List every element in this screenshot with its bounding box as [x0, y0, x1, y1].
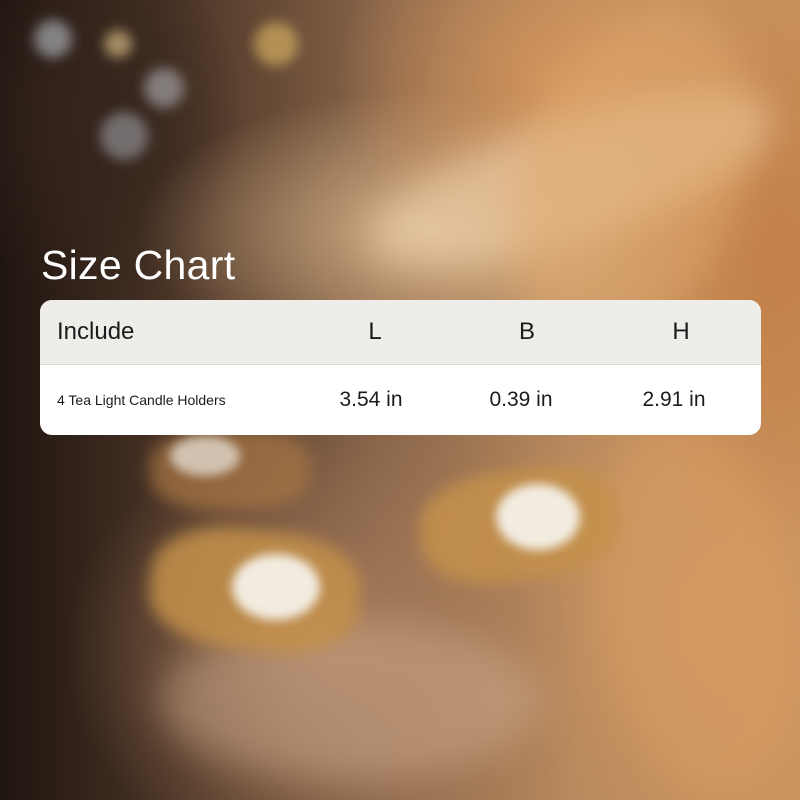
row-breadth-value: 0.39 in — [489, 388, 553, 411]
size-chart-title: Size Chart — [41, 242, 236, 288]
table-header-row: Include L B H — [40, 300, 761, 365]
bokeh-light — [104, 30, 132, 58]
header-breadth: B — [518, 318, 535, 345]
fabric-fold — [568, 405, 800, 800]
bokeh-light — [144, 68, 184, 108]
size-table: Include L B H 4 Tea Light Candle Holders… — [40, 300, 761, 435]
header-include: Include — [57, 318, 135, 345]
row-length-value: 3.54 in — [339, 388, 403, 411]
table-row: 4 Tea Light Candle Holders 3.54 in 0.39 … — [40, 365, 761, 435]
bokeh-light — [254, 22, 298, 66]
tea-light — [496, 484, 580, 550]
header-length: L — [368, 318, 382, 345]
row-height-value: 2.91 in — [642, 388, 706, 411]
bokeh-light — [34, 20, 72, 58]
tea-light — [232, 554, 320, 620]
header-height: H — [672, 318, 690, 345]
row-item-name: 4 Tea Light Candle Holders — [57, 392, 226, 408]
tea-light — [170, 436, 240, 476]
bokeh-light — [100, 112, 148, 160]
